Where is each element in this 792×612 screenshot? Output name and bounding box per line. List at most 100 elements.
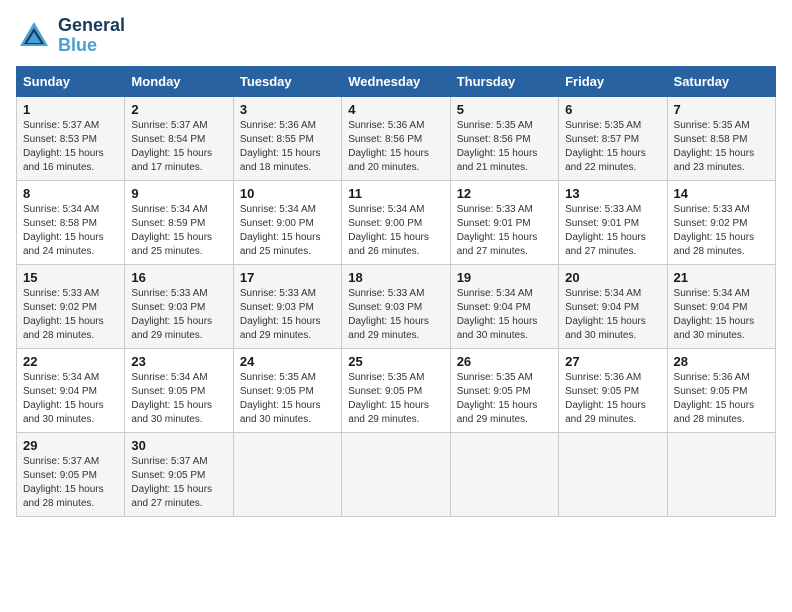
calendar-week-5: 29Sunrise: 5:37 AM Sunset: 9:05 PM Dayli… bbox=[17, 432, 776, 516]
day-info: Sunrise: 5:33 AM Sunset: 9:03 PM Dayligh… bbox=[348, 287, 443, 343]
calendar-cell: 13 Sunrise: 5:33 AM Sunset: 9:01 PM Dayli… bbox=[559, 180, 667, 264]
header-saturday: Saturday bbox=[667, 66, 775, 96]
calendar-cell: 15 Sunrise: 5:33 AM Sunset: 9:02 PM Dayli… bbox=[17, 264, 125, 348]
day-number: 10 bbox=[240, 186, 335, 201]
calendar-cell bbox=[559, 432, 667, 516]
day-info: Sunrise: 5:37 AM Sunset: 9:05 PM Dayligh… bbox=[131, 455, 226, 511]
calendar-header: SundayMondayTuesdayWednesdayThursdayFrid… bbox=[17, 66, 776, 96]
day-number: 7 bbox=[674, 102, 769, 117]
day-number: 11 bbox=[348, 186, 443, 201]
day-number: 21 bbox=[674, 270, 769, 285]
calendar-cell: 11 Sunrise: 5:34 AM Sunset: 9:00 PM Dayli… bbox=[342, 180, 450, 264]
day-info: Sunrise: 5:36 AM Sunset: 8:55 PM Dayligh… bbox=[240, 119, 335, 175]
calendar-cell: 10 Sunrise: 5:34 AM Sunset: 9:00 PM Dayli… bbox=[233, 180, 341, 264]
day-info: Sunrise: 5:34 AM Sunset: 9:00 PM Dayligh… bbox=[348, 203, 443, 259]
day-info: Sunrise: 5:34 AM Sunset: 9:00 PM Dayligh… bbox=[240, 203, 335, 259]
calendar-cell: 3 Sunrise: 5:36 AM Sunset: 8:55 PM Daylig… bbox=[233, 96, 341, 180]
day-number: 2 bbox=[131, 102, 226, 117]
day-number: 19 bbox=[457, 270, 552, 285]
day-info: Sunrise: 5:34 AM Sunset: 9:04 PM Dayligh… bbox=[565, 287, 660, 343]
calendar-cell: 30 Sunrise: 5:37 AM Sunset: 9:05 PM Dayli… bbox=[125, 432, 233, 516]
day-number: 26 bbox=[457, 354, 552, 369]
day-number: 18 bbox=[348, 270, 443, 285]
calendar-cell: 18 Sunrise: 5:33 AM Sunset: 9:03 PM Dayli… bbox=[342, 264, 450, 348]
logo: General Blue bbox=[16, 16, 125, 56]
calendar-cell: 21 Sunrise: 5:34 AM Sunset: 9:04 PM Dayli… bbox=[667, 264, 775, 348]
day-info: Sunrise: 5:34 AM Sunset: 8:58 PM Dayligh… bbox=[23, 203, 118, 259]
day-number: 14 bbox=[674, 186, 769, 201]
day-info: Sunrise: 5:36 AM Sunset: 8:56 PM Dayligh… bbox=[348, 119, 443, 175]
day-number: 3 bbox=[240, 102, 335, 117]
day-info: Sunrise: 5:33 AM Sunset: 9:03 PM Dayligh… bbox=[240, 287, 335, 343]
calendar-cell: 7 Sunrise: 5:35 AM Sunset: 8:58 PM Daylig… bbox=[667, 96, 775, 180]
day-info: Sunrise: 5:33 AM Sunset: 9:01 PM Dayligh… bbox=[565, 203, 660, 259]
day-number: 17 bbox=[240, 270, 335, 285]
day-info: Sunrise: 5:34 AM Sunset: 9:04 PM Dayligh… bbox=[674, 287, 769, 343]
header-sunday: Sunday bbox=[17, 66, 125, 96]
header-thursday: Thursday bbox=[450, 66, 558, 96]
logo-text: General Blue bbox=[58, 16, 125, 56]
day-number: 27 bbox=[565, 354, 660, 369]
day-number: 1 bbox=[23, 102, 118, 117]
day-info: Sunrise: 5:35 AM Sunset: 9:05 PM Dayligh… bbox=[348, 371, 443, 427]
calendar-cell: 25 Sunrise: 5:35 AM Sunset: 9:05 PM Dayli… bbox=[342, 348, 450, 432]
day-number: 6 bbox=[565, 102, 660, 117]
day-number: 5 bbox=[457, 102, 552, 117]
day-info: Sunrise: 5:34 AM Sunset: 9:04 PM Dayligh… bbox=[23, 371, 118, 427]
day-info: Sunrise: 5:35 AM Sunset: 8:58 PM Dayligh… bbox=[674, 119, 769, 175]
day-number: 13 bbox=[565, 186, 660, 201]
calendar-table: SundayMondayTuesdayWednesdayThursdayFrid… bbox=[16, 66, 776, 517]
header-monday: Monday bbox=[125, 66, 233, 96]
calendar-cell: 23Sunrise: 5:34 AM Sunset: 9:05 PM Dayli… bbox=[125, 348, 233, 432]
day-number: 16 bbox=[131, 270, 226, 285]
calendar-week-1: 1 Sunrise: 5:37 AM Sunset: 8:53 PM Daylig… bbox=[17, 96, 776, 180]
day-number: 20 bbox=[565, 270, 660, 285]
page-header: General Blue bbox=[16, 16, 776, 56]
header-friday: Friday bbox=[559, 66, 667, 96]
calendar-cell: 6 Sunrise: 5:35 AM Sunset: 8:57 PM Daylig… bbox=[559, 96, 667, 180]
day-number: 9 bbox=[131, 186, 226, 201]
day-info: Sunrise: 5:33 AM Sunset: 9:03 PM Dayligh… bbox=[131, 287, 226, 343]
calendar-cell: 8 Sunrise: 5:34 AM Sunset: 8:58 PM Daylig… bbox=[17, 180, 125, 264]
day-info: Sunrise: 5:33 AM Sunset: 9:01 PM Dayligh… bbox=[457, 203, 552, 259]
day-number: 15 bbox=[23, 270, 118, 285]
day-info: Sunrise: 5:33 AM Sunset: 9:02 PM Dayligh… bbox=[23, 287, 118, 343]
header-wednesday: Wednesday bbox=[342, 66, 450, 96]
calendar-cell: 20 Sunrise: 5:34 AM Sunset: 9:04 PM Dayli… bbox=[559, 264, 667, 348]
day-info: Sunrise: 5:35 AM Sunset: 8:57 PM Dayligh… bbox=[565, 119, 660, 175]
calendar-cell: 27 Sunrise: 5:36 AM Sunset: 9:05 PM Dayli… bbox=[559, 348, 667, 432]
calendar-cell: 1 Sunrise: 5:37 AM Sunset: 8:53 PM Daylig… bbox=[17, 96, 125, 180]
header-tuesday: Tuesday bbox=[233, 66, 341, 96]
day-info: Sunrise: 5:37 AM Sunset: 8:54 PM Dayligh… bbox=[131, 119, 226, 175]
day-info: Sunrise: 5:33 AM Sunset: 9:02 PM Dayligh… bbox=[674, 203, 769, 259]
day-info: Sunrise: 5:34 AM Sunset: 9:05 PM Dayligh… bbox=[131, 371, 226, 427]
logo-icon bbox=[16, 18, 52, 54]
calendar-cell: 4 Sunrise: 5:36 AM Sunset: 8:56 PM Daylig… bbox=[342, 96, 450, 180]
calendar-cell bbox=[667, 432, 775, 516]
header-row: SundayMondayTuesdayWednesdayThursdayFrid… bbox=[17, 66, 776, 96]
day-info: Sunrise: 5:37 AM Sunset: 8:53 PM Dayligh… bbox=[23, 119, 118, 175]
calendar-cell: 9 Sunrise: 5:34 AM Sunset: 8:59 PM Daylig… bbox=[125, 180, 233, 264]
day-number: 30 bbox=[131, 438, 226, 453]
calendar-cell: 29Sunrise: 5:37 AM Sunset: 9:05 PM Dayli… bbox=[17, 432, 125, 516]
day-info: Sunrise: 5:36 AM Sunset: 9:05 PM Dayligh… bbox=[674, 371, 769, 427]
day-number: 22 bbox=[23, 354, 118, 369]
day-info: Sunrise: 5:34 AM Sunset: 9:04 PM Dayligh… bbox=[457, 287, 552, 343]
calendar-cell: 17 Sunrise: 5:33 AM Sunset: 9:03 PM Dayli… bbox=[233, 264, 341, 348]
day-number: 8 bbox=[23, 186, 118, 201]
calendar-cell: 2 Sunrise: 5:37 AM Sunset: 8:54 PM Daylig… bbox=[125, 96, 233, 180]
day-info: Sunrise: 5:34 AM Sunset: 8:59 PM Dayligh… bbox=[131, 203, 226, 259]
day-number: 12 bbox=[457, 186, 552, 201]
day-info: Sunrise: 5:35 AM Sunset: 8:56 PM Dayligh… bbox=[457, 119, 552, 175]
calendar-body: 1 Sunrise: 5:37 AM Sunset: 8:53 PM Daylig… bbox=[17, 96, 776, 516]
calendar-cell: 5 Sunrise: 5:35 AM Sunset: 8:56 PM Daylig… bbox=[450, 96, 558, 180]
calendar-cell: 22 Sunrise: 5:34 AM Sunset: 9:04 PM Dayli… bbox=[17, 348, 125, 432]
calendar-cell bbox=[342, 432, 450, 516]
day-number: 28 bbox=[674, 354, 769, 369]
day-number: 25 bbox=[348, 354, 443, 369]
day-info: Sunrise: 5:36 AM Sunset: 9:05 PM Dayligh… bbox=[565, 371, 660, 427]
day-number: 4 bbox=[348, 102, 443, 117]
calendar-cell: 24Sunrise: 5:35 AM Sunset: 9:05 PM Dayli… bbox=[233, 348, 341, 432]
day-number: 24 bbox=[240, 354, 335, 369]
calendar-cell: 19 Sunrise: 5:34 AM Sunset: 9:04 PM Dayli… bbox=[450, 264, 558, 348]
